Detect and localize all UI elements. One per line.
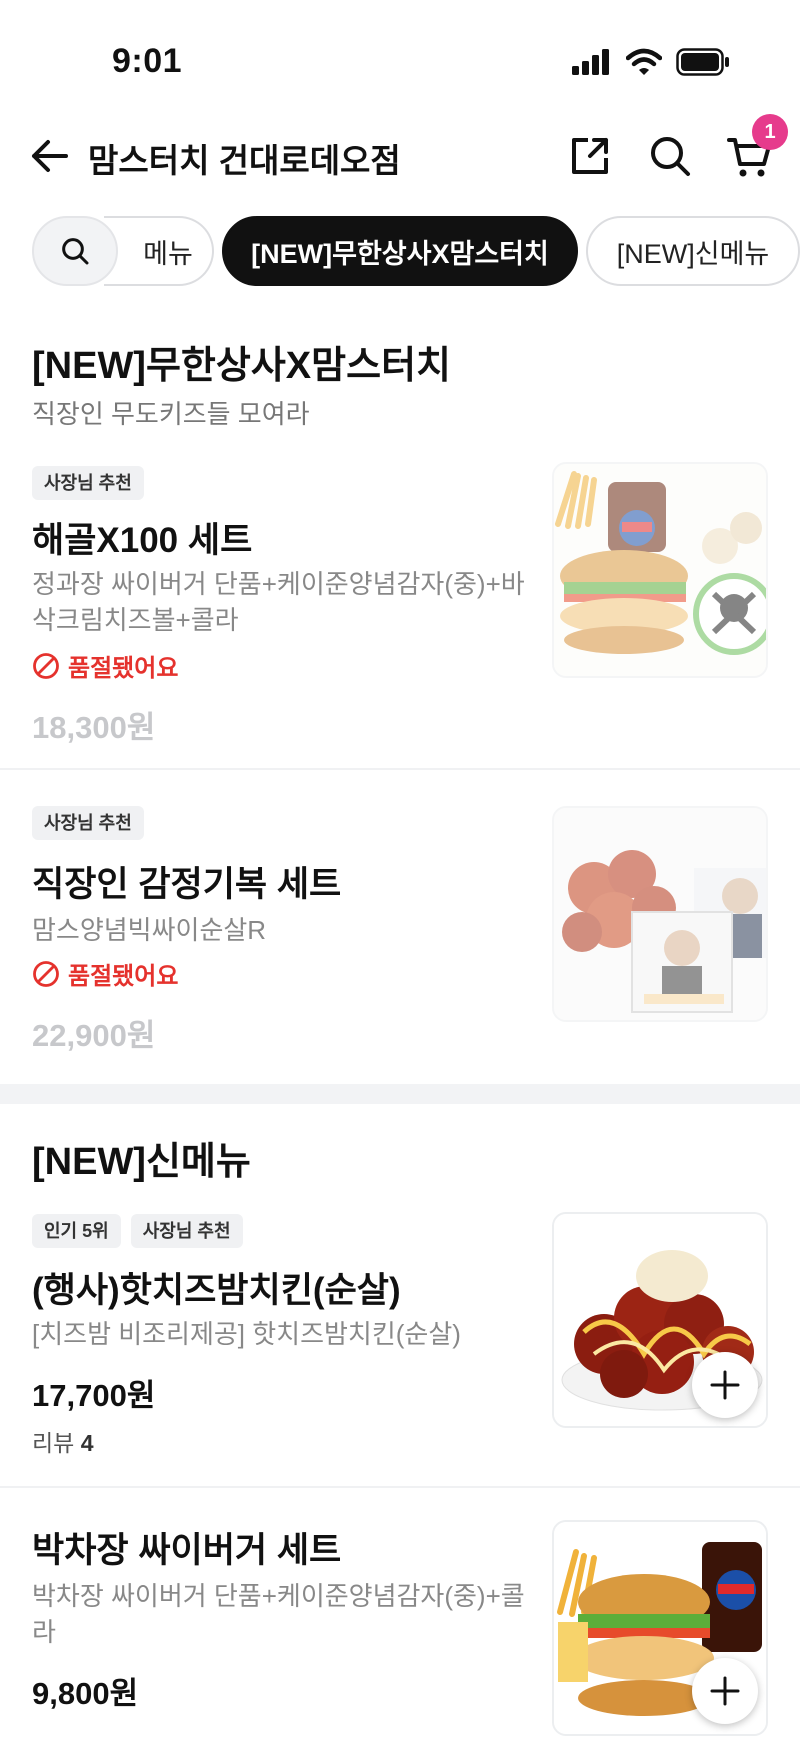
signal-icon <box>572 49 609 75</box>
tab-musang-collab[interactable]: [NEW]무한상사X맘스터치 <box>222 216 578 286</box>
review-number: 4 <box>80 1430 94 1456</box>
section-divider <box>0 1084 800 1104</box>
plus-icon <box>710 1370 740 1400</box>
menu-item-price: 17,700원 <box>32 1378 156 1413</box>
soldout-status: 품절됐어요 <box>32 956 178 991</box>
section-subtitle: 직장인 무도키즈들 모여라 <box>32 399 310 429</box>
item-badges: 사장님 추천 <box>32 466 144 500</box>
status-bar: 9:01 <box>0 0 800 110</box>
review-label: 리뷰 <box>32 1430 75 1456</box>
store-header: 맘스터치 건대로데오점 <box>0 110 800 210</box>
tab-new-menu[interactable]: [NEW]신메뉴 <box>586 216 800 286</box>
menu-item-name[interactable]: 박차장 싸이버거 세트 <box>32 1522 341 1573</box>
section-title: [NEW]무한상사X맘스터치 <box>32 345 451 387</box>
burger-set-image <box>554 464 766 676</box>
tab-search-button[interactable] <box>32 216 118 286</box>
store-title: 맘스터치 건대로데오점 <box>88 142 401 179</box>
menu-item-description: [치즈밤 비조리제공] 핫치즈밤치킨(순살) <box>32 1319 461 1349</box>
menu-item-image[interactable] <box>552 806 768 1022</box>
soldout-status: 품절됐어요 <box>32 648 178 683</box>
menu-item-price: 22,900원 <box>32 1018 156 1053</box>
wifi-icon <box>626 48 662 75</box>
add-to-cart-button[interactable] <box>692 1352 758 1418</box>
menu-item-image[interactable] <box>552 462 768 678</box>
menu-item-price: 18,300원 <box>32 710 156 745</box>
menu-item-name[interactable]: (행사)핫치즈밤치킨(순살) <box>32 1262 401 1313</box>
menu-item-price: 9,800원 <box>32 1676 139 1711</box>
divider <box>0 1486 800 1488</box>
chicken-set-image <box>554 808 766 1020</box>
battery-icon <box>676 48 729 76</box>
menu-item-description: 맘스양념빅싸이순살R <box>32 915 267 945</box>
back-arrow-icon[interactable] <box>28 134 72 178</box>
add-to-cart-button[interactable] <box>692 1658 758 1724</box>
section-title: [NEW]신메뉴 <box>32 1141 251 1183</box>
search-icon <box>62 238 89 265</box>
review-count: 리뷰 4 <box>32 1424 94 1458</box>
item-badges: 인기 5위 사장님 추천 <box>32 1214 243 1248</box>
badge-owner-pick: 사장님 추천 <box>32 466 144 500</box>
badge-owner-pick: 사장님 추천 <box>32 806 144 840</box>
soldout-label: 품절됐어요 <box>68 963 179 990</box>
prohibited-icon <box>33 960 59 987</box>
tab-menu[interactable]: 메뉴 <box>104 216 214 286</box>
soldout-label: 품절됐어요 <box>68 655 179 682</box>
category-tabs: 메뉴 [NEW]무한상사X맘스터치 [NEW]신메뉴 <box>0 214 800 288</box>
menu-item-description: 박차장 싸이버거 단품+케이준양념감자(중)+콜라 <box>32 1581 525 1647</box>
badge-owner-pick: 사장님 추천 <box>130 1214 243 1248</box>
divider <box>0 768 800 770</box>
cart-count-badge: 1 <box>752 114 788 150</box>
status-time: 9:01 <box>112 42 183 80</box>
menu-item-name[interactable]: 직장인 감정기복 세트 <box>32 856 341 907</box>
menu-item-description: 정과장 싸이버거 단품+케이준양념감자(중)+바삭크림치즈볼+콜라 <box>32 569 525 635</box>
badge-popular-rank: 인기 5위 <box>32 1214 121 1248</box>
item-badges: 사장님 추천 <box>32 806 144 840</box>
share-icon[interactable] <box>566 132 614 180</box>
prohibited-icon <box>33 652 59 679</box>
status-icons <box>572 48 730 76</box>
search-icon[interactable] <box>646 132 694 180</box>
plus-icon <box>710 1676 740 1706</box>
menu-item-name[interactable]: 해골X100 세트 <box>32 512 252 563</box>
